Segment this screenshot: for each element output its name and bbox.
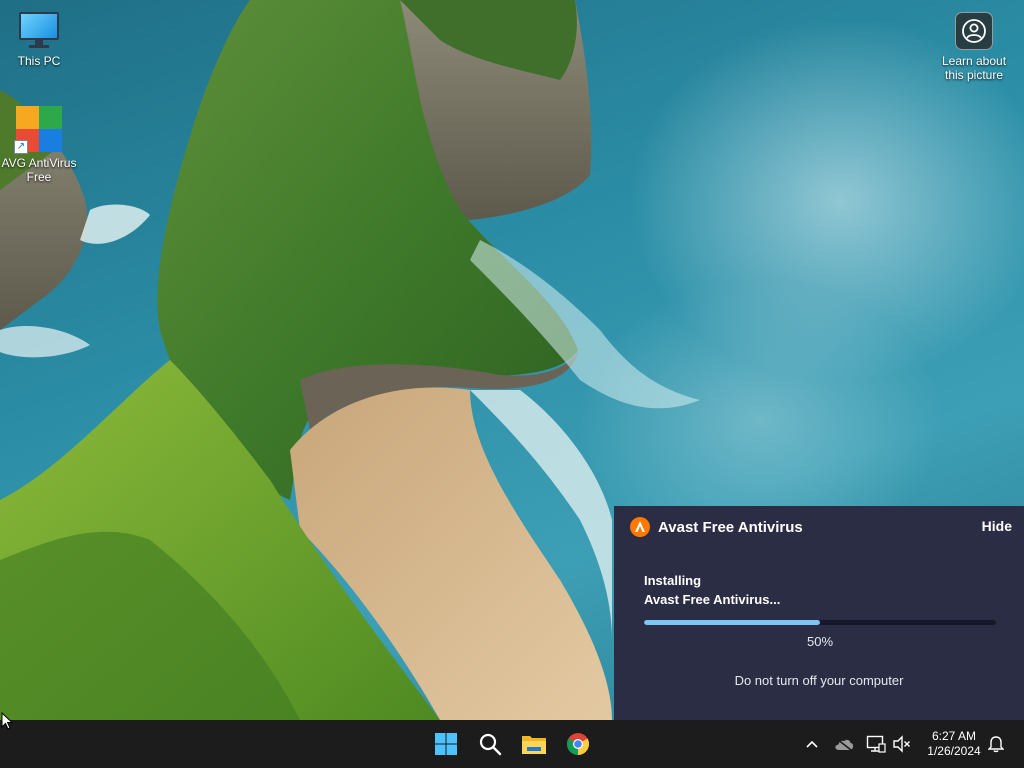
- bell-icon: [988, 736, 1004, 753]
- install-progress-fill: [644, 620, 820, 625]
- taskbar: 6:27 AM 1/26/2024: [0, 720, 1024, 768]
- volume-muted-icon: [893, 735, 910, 753]
- chrome-icon: [567, 733, 589, 755]
- install-progress-percent: 50%: [806, 634, 834, 649]
- installer-header: Avast Free Antivirus: [630, 516, 803, 538]
- search-icon: [479, 733, 502, 756]
- desktop-icon-label: Learn about this picture: [941, 54, 1007, 82]
- hide-button[interactable]: Hide: [982, 518, 1012, 534]
- desktop-icon-learn-about-picture[interactable]: Learn about this picture: [936, 12, 1012, 82]
- clock-time: 6:27 AM: [931, 729, 977, 743]
- installer-title: Avast Free Antivirus: [658, 518, 803, 536]
- network-icon: [866, 735, 886, 753]
- clock-date: 1/26/2024: [927, 744, 981, 758]
- chevron-up-icon: [806, 740, 818, 748]
- install-warning-note: Do not turn off your computer: [734, 673, 904, 688]
- desktop-icon-this-pc[interactable]: This PC: [1, 12, 77, 68]
- onedrive-icon: [835, 738, 854, 751]
- computer-icon: [17, 12, 61, 50]
- system-clock[interactable]: 6:27 AM 1/26/2024: [916, 729, 992, 759]
- network-tray-button[interactable]: [866, 734, 886, 754]
- desktop-icon-label: AVG AntiVirus Free: [1, 156, 77, 184]
- onedrive-tray-button[interactable]: [834, 734, 854, 754]
- desktop-icon-label: This PC: [17, 54, 61, 68]
- file-explorer-button[interactable]: [518, 728, 550, 760]
- camera-info-icon: [955, 12, 993, 50]
- avast-logo-icon: [630, 517, 650, 537]
- show-hidden-icons-button[interactable]: [802, 734, 822, 754]
- install-progress-bar: [644, 620, 996, 625]
- avast-installer-panel: Avast Free Antivirus Hide Installing Ava…: [614, 506, 1024, 720]
- start-button[interactable]: [430, 728, 462, 760]
- search-button[interactable]: [474, 728, 506, 760]
- avg-antivirus-icon: ↗: [14, 106, 62, 154]
- mouse-pointer-icon: [1, 712, 13, 730]
- volume-tray-button[interactable]: [892, 734, 912, 754]
- notifications-button[interactable]: [986, 734, 1006, 754]
- start-icon: [435, 733, 457, 755]
- shortcut-arrow-icon: ↗: [14, 140, 28, 154]
- desktop-icon-avg-antivirus[interactable]: ↗ AVG AntiVirus Free: [1, 106, 77, 184]
- chrome-button[interactable]: [562, 728, 594, 760]
- file-explorer-icon: [522, 736, 546, 754]
- install-status-product: Avast Free Antivirus...: [644, 592, 781, 607]
- install-status-label: Installing: [644, 573, 702, 588]
